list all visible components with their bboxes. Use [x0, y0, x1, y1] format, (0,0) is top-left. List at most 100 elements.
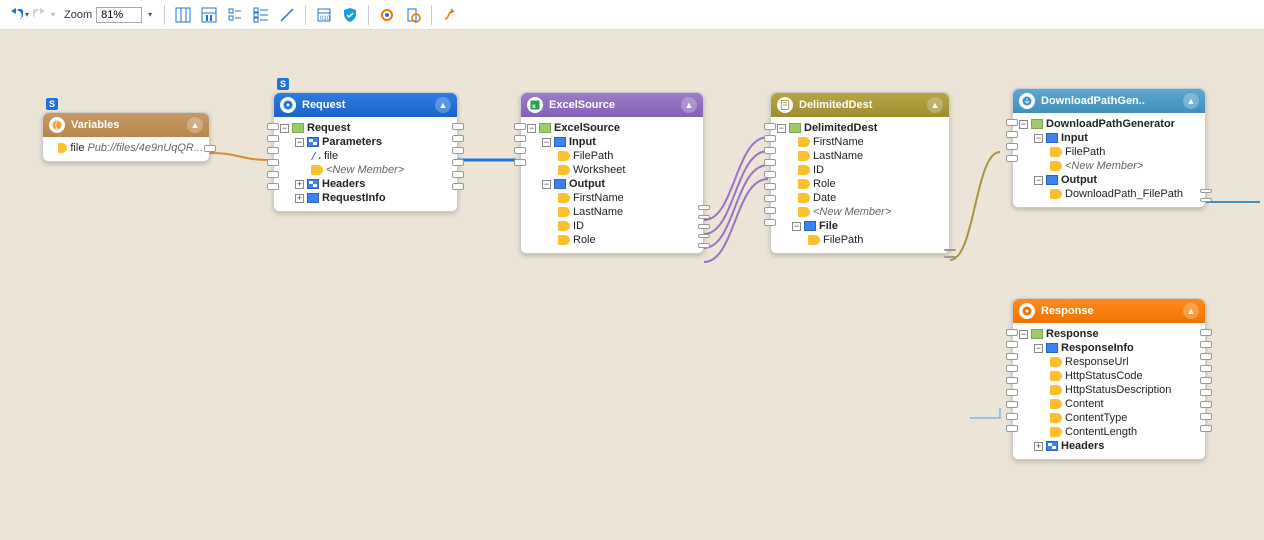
port[interactable] — [1200, 329, 1212, 336]
port[interactable] — [1006, 119, 1018, 126]
port[interactable] — [1006, 353, 1018, 360]
expand-toggle[interactable]: − — [777, 124, 786, 133]
port[interactable] — [267, 123, 279, 130]
port[interactable] — [764, 159, 776, 166]
port[interactable] — [944, 249, 956, 251]
port[interactable] — [514, 123, 526, 130]
collapse-icon[interactable]: ▲ — [927, 97, 943, 113]
port[interactable] — [1200, 401, 1212, 408]
port[interactable] — [452, 183, 464, 190]
collapse-icon[interactable]: ▲ — [1183, 303, 1199, 319]
port[interactable] — [1006, 365, 1018, 372]
shield-check-button[interactable] — [338, 3, 362, 27]
expand-toggle[interactable]: − — [527, 124, 536, 133]
port[interactable] — [1006, 329, 1018, 336]
node-response[interactable]: Response ▲ −Response −ResponseInfo Respo… — [1012, 298, 1206, 460]
port[interactable] — [514, 147, 526, 154]
port[interactable] — [204, 145, 216, 152]
port[interactable] — [1006, 401, 1018, 408]
expand-toggle[interactable]: − — [1034, 176, 1043, 185]
port[interactable] — [764, 207, 776, 214]
node-header[interactable]: x ExcelSource ▲ — [521, 93, 703, 117]
port[interactable] — [1006, 413, 1018, 420]
port[interactable] — [267, 183, 279, 190]
port[interactable] — [452, 123, 464, 130]
port[interactable] — [1200, 341, 1212, 348]
expand-toggle[interactable]: − — [1034, 134, 1043, 143]
port[interactable] — [267, 135, 279, 142]
node-header[interactable]: DownloadPathGen.. ▲ — [1013, 89, 1205, 113]
port[interactable] — [452, 135, 464, 142]
node-delimiteddest[interactable]: DelimitedDest ▲ −DelimitedDest FirstName… — [770, 92, 950, 254]
canvas[interactable]: S Variables ▲ file Pub://files/4e9nUqQR.… — [0, 30, 1264, 540]
gear-orange-button[interactable] — [375, 3, 399, 27]
expand-toggle[interactable]: − — [542, 138, 551, 147]
expand-toggle[interactable]: − — [792, 222, 801, 231]
port[interactable] — [944, 256, 956, 258]
port[interactable] — [267, 159, 279, 166]
port[interactable] — [698, 205, 710, 210]
collapse-icon[interactable]: ▲ — [187, 117, 203, 133]
port[interactable] — [1006, 155, 1018, 162]
port[interactable] — [514, 159, 526, 166]
port[interactable] — [1200, 353, 1212, 360]
port[interactable] — [764, 171, 776, 178]
port[interactable] — [1006, 143, 1018, 150]
expand-toggle[interactable]: + — [295, 180, 304, 189]
port[interactable] — [267, 147, 279, 154]
node-header[interactable]: Variables ▲ — [43, 113, 209, 137]
port[interactable] — [698, 234, 710, 239]
port[interactable] — [1200, 377, 1212, 384]
port[interactable] — [1200, 413, 1212, 420]
port[interactable] — [698, 243, 710, 248]
layout-rows-button[interactable] — [197, 3, 221, 27]
collapse-all-button[interactable] — [223, 3, 247, 27]
port[interactable] — [452, 159, 464, 166]
port[interactable] — [764, 123, 776, 130]
expand-toggle[interactable]: − — [1034, 344, 1043, 353]
port[interactable] — [1006, 425, 1018, 432]
port[interactable] — [764, 219, 776, 226]
port[interactable] — [452, 147, 464, 154]
node-request[interactable]: Request ▲ −Request −Parameters /.file <N… — [273, 92, 458, 212]
port[interactable] — [1200, 365, 1212, 372]
port[interactable] — [764, 147, 776, 154]
node-variables[interactable]: Variables ▲ file Pub://files/4e9nUqQR... — [42, 112, 210, 162]
port[interactable] — [1006, 389, 1018, 396]
port[interactable] — [1006, 341, 1018, 348]
layout-columns-button[interactable] — [171, 3, 195, 27]
port[interactable] — [1200, 389, 1212, 396]
dropdown-icon[interactable]: ▾ — [148, 10, 152, 19]
expand-toggle[interactable]: − — [280, 124, 289, 133]
port[interactable] — [1200, 189, 1212, 193]
port[interactable] — [764, 135, 776, 142]
node-header[interactable]: Response ▲ — [1013, 299, 1205, 323]
port[interactable] — [267, 171, 279, 178]
port[interactable] — [1200, 425, 1212, 432]
node-header[interactable]: Request ▲ — [274, 93, 457, 117]
collapse-icon[interactable]: ▲ — [681, 97, 697, 113]
port[interactable] — [514, 135, 526, 142]
port[interactable] — [1200, 198, 1212, 202]
node-header[interactable]: DelimitedDest ▲ — [771, 93, 949, 117]
redo-button[interactable]: ▾ — [32, 3, 56, 27]
expand-all-button[interactable] — [249, 3, 273, 27]
zoom-value[interactable]: 81% — [96, 7, 142, 23]
expand-toggle[interactable]: − — [1019, 120, 1028, 129]
gear-blue-button[interactable] — [401, 3, 425, 27]
line-tool-button[interactable] — [275, 3, 299, 27]
port[interactable] — [452, 171, 464, 178]
port[interactable] — [764, 183, 776, 190]
node-excelsource[interactable]: x ExcelSource ▲ −ExcelSource −Input File… — [520, 92, 704, 254]
port[interactable] — [698, 224, 710, 229]
expand-toggle[interactable]: − — [542, 180, 551, 189]
port[interactable] — [1006, 131, 1018, 138]
expand-toggle[interactable]: + — [295, 194, 304, 203]
expand-toggle[interactable]: + — [1034, 442, 1043, 451]
collapse-icon[interactable]: ▲ — [1183, 93, 1199, 109]
calendar-button[interactable]: 010 — [312, 3, 336, 27]
node-downloadpathgen[interactable]: DownloadPathGen.. ▲ −DownloadPathGenerat… — [1012, 88, 1206, 208]
route-button[interactable] — [438, 3, 462, 27]
collapse-icon[interactable]: ▲ — [435, 97, 451, 113]
expand-toggle[interactable]: − — [1019, 330, 1028, 339]
